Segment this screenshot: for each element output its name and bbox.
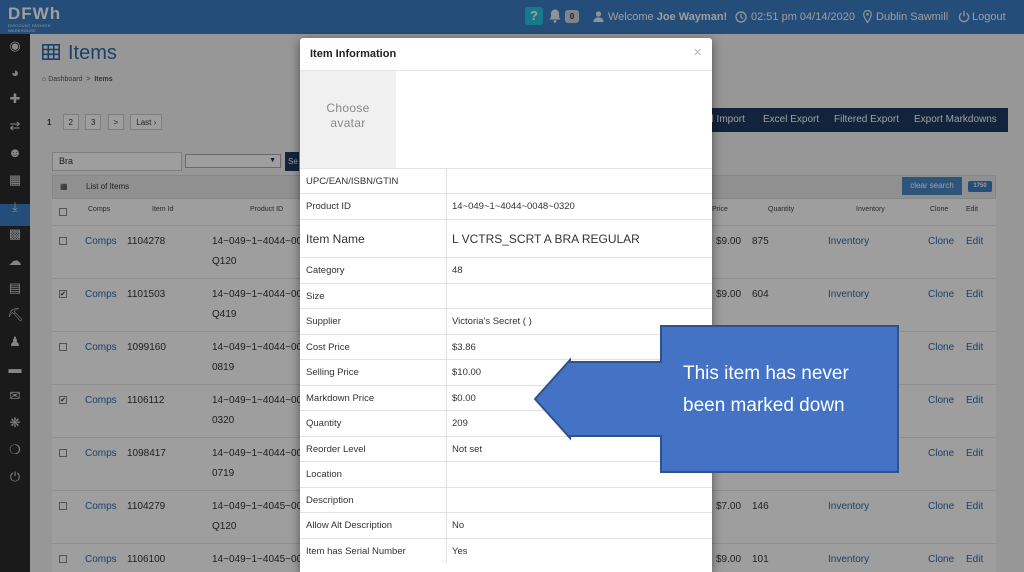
- field-label: Selling Price: [306, 367, 359, 378]
- field-divider: [446, 309, 447, 334]
- field-label: Item Name: [306, 232, 365, 246]
- field-row-item-has-serial-number: Item has Serial Number Yes: [300, 538, 712, 563]
- field-divider: [446, 539, 447, 563]
- modal-title: Item Information: [310, 48, 397, 60]
- field-label: Size: [306, 290, 325, 302]
- field-row-size: Size: [300, 283, 712, 308]
- field-label: Reorder Level: [306, 443, 366, 455]
- field-value: $3.86: [452, 341, 476, 353]
- field-row-item-name: Item Name L VCTRS_SCRT A BRA REGULAR: [300, 219, 712, 257]
- field-divider: [446, 360, 447, 385]
- field-label: UPC/EAN/ISBN/GTIN: [306, 175, 399, 187]
- modal-header: Item Information ×: [300, 38, 712, 71]
- field-value: 209: [452, 418, 468, 429]
- field-label: Description: [306, 494, 354, 506]
- field-label: Location: [306, 469, 342, 480]
- field-label: Category: [306, 265, 345, 276]
- field-divider: [446, 284, 447, 308]
- field-value: 48: [452, 265, 463, 276]
- item-information-modal: Item Information × Choose avatar UPC/EAN…: [300, 38, 712, 572]
- callout-line-2: been marked down: [683, 395, 845, 416]
- field-value: Yes: [452, 545, 468, 557]
- close-icon[interactable]: ×: [693, 44, 702, 61]
- field-row-upc-ean-isbn-gtin: UPC/EAN/ISBN/GTIN: [300, 168, 712, 193]
- field-divider: [446, 462, 447, 487]
- field-label: Markdown Price: [306, 392, 375, 404]
- field-row-product-id: Product ID 14~049~1~4044~0048~0320: [300, 193, 712, 219]
- field-value: Victoria's Secret ( ): [452, 316, 532, 327]
- callout-line-1: This item has never: [683, 363, 849, 384]
- field-divider: [446, 220, 447, 257]
- choose-avatar-button[interactable]: Choose avatar: [300, 71, 396, 168]
- field-divider: [446, 411, 447, 436]
- field-value: Not set: [452, 443, 483, 455]
- field-divider: [446, 335, 447, 359]
- field-divider: [446, 437, 447, 461]
- field-value: No: [452, 520, 465, 531]
- field-row-category: Category 48: [300, 257, 712, 283]
- callout-text: This item has never been marked down: [663, 358, 895, 422]
- field-value: $10.00: [452, 367, 482, 378]
- field-divider: [446, 194, 447, 219]
- field-label: Cost Price: [306, 341, 350, 353]
- field-row-description: Description: [300, 487, 712, 512]
- field-row-allow-alt-description: Allow Alt Description No: [300, 512, 712, 538]
- field-value: L VCTRS_SCRT A BRA REGULAR: [452, 232, 640, 246]
- field-label: Supplier: [306, 316, 341, 327]
- field-divider: [446, 386, 447, 410]
- field-value: 14~049~1~4044~0048~0320: [452, 201, 575, 212]
- field-divider: [446, 513, 447, 538]
- field-divider: [446, 169, 447, 193]
- avatar-label: Choose avatar: [326, 101, 370, 130]
- field-label: Product ID: [306, 201, 351, 212]
- field-divider: [446, 488, 447, 512]
- field-label: Quantity: [306, 418, 342, 429]
- field-value: $0.00: [452, 392, 476, 404]
- field-label: Item has Serial Number: [306, 545, 406, 557]
- field-label: Allow Alt Description: [306, 520, 393, 531]
- field-divider: [446, 258, 447, 283]
